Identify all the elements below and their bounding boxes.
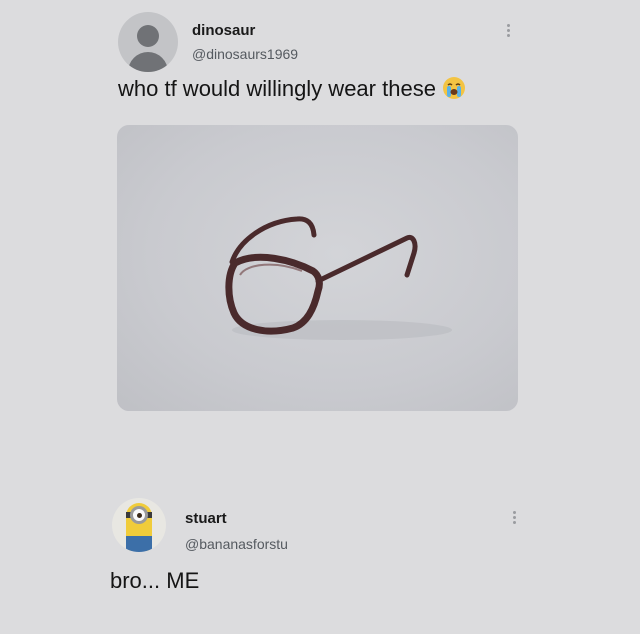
avatar-default-icon[interactable] xyxy=(118,12,178,72)
avatar-torso xyxy=(128,52,168,72)
more-options-icon[interactable] xyxy=(511,511,517,527)
tweet-original: dinosaur @dinosaurs1969 who tf would wil… xyxy=(0,0,640,450)
minion-overalls xyxy=(126,536,152,552)
display-name[interactable]: dinosaur xyxy=(192,22,255,39)
user-handle[interactable]: @dinosaurs1969 xyxy=(192,46,298,62)
glasses-drawing xyxy=(225,216,452,340)
user-handle[interactable]: @bananasforstu xyxy=(185,536,288,552)
avatar-minion-icon[interactable] xyxy=(112,498,166,552)
display-name[interactable]: stuart xyxy=(185,510,227,527)
glasses-photo[interactable] xyxy=(117,125,518,411)
tweet-text: bro... ME xyxy=(110,568,200,593)
avatar-head xyxy=(137,25,159,47)
loudly-crying-face-icon xyxy=(442,77,465,99)
tweet-text: who tf would willingly wear these xyxy=(118,76,466,102)
minion-pupil xyxy=(137,513,142,518)
tweet-text-content: who tf would willingly wear these xyxy=(118,76,436,101)
more-options-icon[interactable] xyxy=(505,24,511,40)
tweet-reply: stuart @bananasforstu bro... ME xyxy=(0,470,640,634)
